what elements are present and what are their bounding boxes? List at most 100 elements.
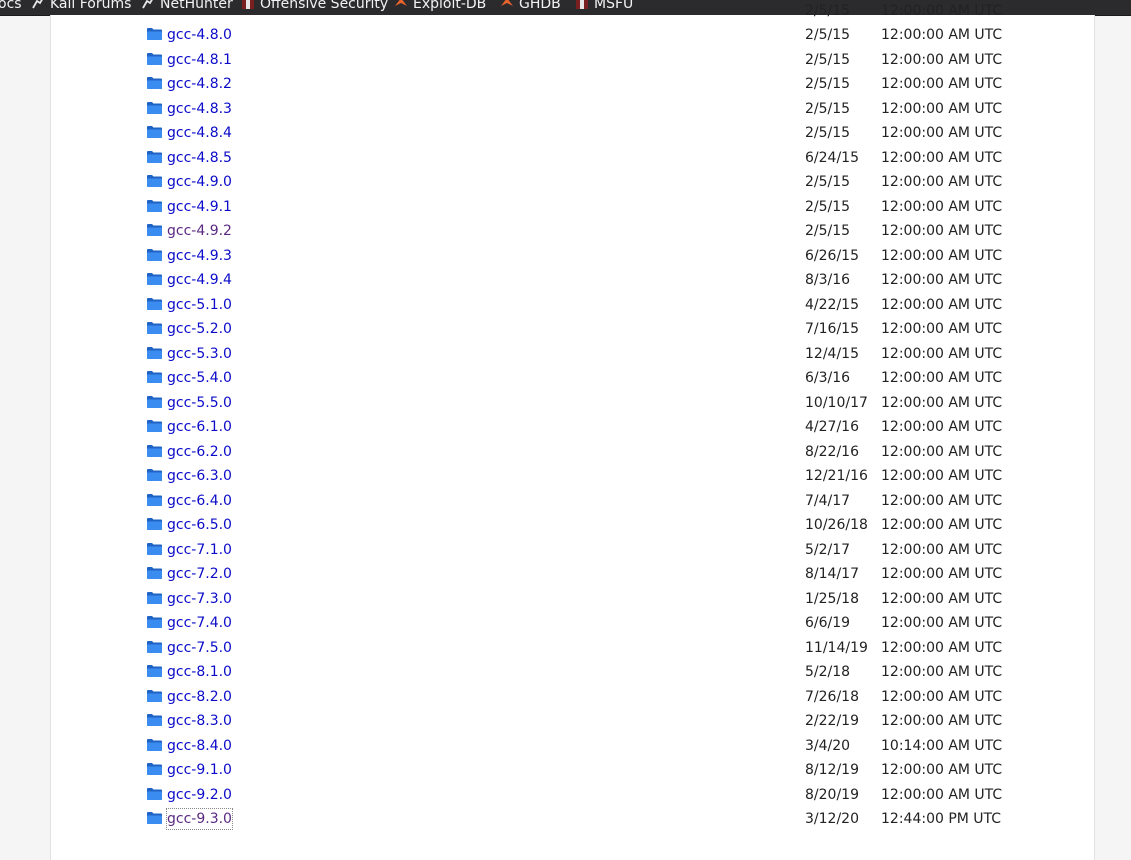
modified-date: 3/4/20 bbox=[805, 737, 851, 754]
modified-time: 12:00:00 AM UTC bbox=[881, 639, 1003, 656]
list-row: gcc-4.9.4 8/3/16 12:00:00 AM UTC bbox=[51, 270, 1094, 290]
list-row: gcc-4.8.4 2/5/15 12:00:00 AM UTC bbox=[51, 123, 1094, 143]
list-row: gcc-9.3.0 3/12/20 12:44:00 PM UTC bbox=[51, 808, 1094, 830]
directory-link[interactable]: gcc-6.5.0 bbox=[167, 515, 232, 535]
kali-dragon-icon bbox=[32, 0, 43, 9]
modified-time: 12:00:00 AM UTC bbox=[881, 688, 1003, 705]
modified-date: 6/26/15 bbox=[805, 247, 859, 264]
modified-date: 8/14/17 bbox=[805, 566, 859, 582]
modified-time: 12:00:00 AM UTC bbox=[881, 321, 1003, 337]
modified-date: 4/27/16 bbox=[805, 419, 859, 435]
directory-link[interactable]: gcc-4.9.1 bbox=[167, 197, 232, 217]
modified-date: 6/3/16 bbox=[805, 370, 851, 386]
folder-icon bbox=[147, 28, 162, 40]
list-row: gcc-5.2.0 7/16/15 12:00:00 AM UTC bbox=[51, 319, 1094, 339]
directory-link[interactable]: gcc-7.2.0 bbox=[167, 564, 232, 584]
modified-time: 12:00:00 AM UTC bbox=[881, 198, 1003, 215]
modified-date: 6/6/19 bbox=[805, 615, 851, 631]
modified-date: 5/2/17 bbox=[805, 541, 851, 558]
directory-link[interactable]: gcc-5.4.0 bbox=[167, 368, 232, 388]
folder-icon bbox=[147, 616, 162, 628]
modified-date: 8/3/16 bbox=[805, 272, 851, 288]
folder-icon bbox=[147, 297, 162, 310]
folder-icon bbox=[147, 395, 162, 408]
directory-link[interactable]: gcc-8.3.0 bbox=[167, 711, 232, 731]
directory-link[interactable]: gcc-6.1.0 bbox=[167, 417, 232, 437]
directory-link[interactable]: gcc-5.1.0 bbox=[167, 295, 232, 315]
modified-date: 12/21/16 bbox=[805, 468, 868, 484]
directory-link[interactable]: gcc-4.8.0 bbox=[167, 25, 232, 45]
modified-time: 12:00:00 AM UTC bbox=[881, 223, 1003, 239]
list-row: gcc-5.1.0 4/22/15 12:00:00 AM UTC bbox=[51, 295, 1094, 315]
directory-link[interactable]: gcc-7.3.0 bbox=[167, 589, 232, 609]
modified-date: 4/22/15 bbox=[805, 296, 859, 313]
bookmark-docs[interactable]: ocs bbox=[0, 0, 22, 14]
modified-time: 12:00:00 AM UTC bbox=[881, 786, 1003, 803]
modified-time: 12:00:00 AM UTC bbox=[881, 247, 1003, 264]
list-row: gcc-4.9.2 2/5/15 12:00:00 AM UTC bbox=[51, 221, 1094, 241]
directory-link[interactable]: gcc-8.2.0 bbox=[167, 687, 232, 707]
folder-icon bbox=[147, 248, 162, 261]
directory-link[interactable]: gcc-8.4.0 bbox=[167, 736, 232, 756]
folder-icon bbox=[147, 591, 162, 604]
directory-link[interactable]: gcc-4.8.5 bbox=[167, 148, 232, 168]
list-row: gcc-9.1.0 8/12/19 12:00:00 AM UTC bbox=[51, 760, 1094, 780]
directory-link[interactable]: gcc-7.5.0 bbox=[167, 638, 232, 658]
folder-icon bbox=[147, 787, 162, 800]
directory-link[interactable]: gcc-9.3.0 bbox=[166, 808, 233, 830]
modified-date: 7/26/18 bbox=[805, 688, 859, 705]
list-row: gcc-9.2.0 8/20/19 12:00:00 AM UTC bbox=[51, 785, 1094, 805]
directory-link[interactable]: gcc-9.1.0 bbox=[167, 760, 232, 780]
directory-link[interactable]: gcc-4.8.2 bbox=[167, 74, 232, 94]
directory-link[interactable]: gcc-6.4.0 bbox=[167, 491, 232, 511]
list-row: gcc-4.8.5 6/24/15 12:00:00 AM UTC bbox=[51, 148, 1094, 168]
modified-date: 8/20/19 bbox=[805, 786, 859, 803]
modified-time: 12:00:00 AM UTC bbox=[881, 51, 1003, 68]
directory-link[interactable]: gcc-6.3.0 bbox=[167, 466, 232, 486]
folder-icon bbox=[147, 77, 162, 89]
list-row: gcc-6.1.0 4/27/16 12:00:00 AM UTC bbox=[51, 417, 1094, 437]
modified-date: 2/5/15 bbox=[805, 76, 851, 92]
directory-link[interactable]: gcc-9.2.0 bbox=[167, 785, 232, 805]
directory-link[interactable]: gcc-4.9.0 bbox=[167, 172, 232, 192]
list-row: gcc-8.1.0 5/2/18 12:00:00 AM UTC bbox=[51, 662, 1094, 682]
folder-icon bbox=[147, 738, 162, 751]
modified-time: 12:00:00 AM UTC bbox=[881, 76, 1003, 92]
directory-link[interactable]: gcc-4.8.4 bbox=[167, 123, 232, 143]
modified-time: 12:00:00 AM UTC bbox=[881, 492, 1003, 509]
directory-link[interactable]: gcc-4.9.3 bbox=[167, 246, 232, 266]
folder-icon bbox=[147, 126, 162, 138]
modified-time: 12:00:00 AM UTC bbox=[881, 100, 1003, 117]
list-row: gcc-4.8.3 2/5/15 12:00:00 AM UTC bbox=[51, 99, 1094, 119]
directory-link[interactable]: gcc-4.9.2 bbox=[167, 221, 232, 241]
list-row: gcc-5.3.0 12/4/15 12:00:00 AM UTC bbox=[51, 344, 1094, 364]
folder-icon bbox=[147, 518, 162, 530]
list-row: gcc-4.9.1 2/5/15 12:00:00 AM UTC bbox=[51, 197, 1094, 217]
modified-date: 8/22/16 bbox=[805, 443, 859, 460]
directory-link[interactable]: gcc-6.2.0 bbox=[167, 442, 232, 462]
directory-link[interactable]: gcc-7.1.0 bbox=[167, 540, 232, 560]
folder-icon bbox=[147, 273, 162, 285]
modified-time: 12:00:00 AM UTC bbox=[881, 394, 1003, 411]
modified-date: 7/16/15 bbox=[805, 321, 859, 337]
modified-date: 5/2/18 bbox=[805, 664, 851, 680]
folder-icon bbox=[147, 199, 162, 212]
directory-link[interactable]: gcc-4.9.4 bbox=[167, 270, 232, 290]
directory-link[interactable]: gcc-4.8.1 bbox=[167, 50, 232, 70]
list-row: gcc-6.2.0 8/22/16 12:00:00 AM UTC bbox=[51, 442, 1094, 462]
folder-icon bbox=[147, 542, 162, 555]
modified-time: 12:00:00 AM UTC bbox=[881, 541, 1003, 558]
directory-link[interactable]: gcc-8.1.0 bbox=[167, 662, 232, 682]
directory-link[interactable]: gcc-5.5.0 bbox=[167, 393, 232, 413]
directory-link[interactable]: gcc-7.4.0 bbox=[167, 613, 232, 633]
folder-icon bbox=[147, 493, 162, 506]
modified-date: 8/12/19 bbox=[805, 762, 859, 778]
folder-icon bbox=[147, 224, 162, 236]
directory-link[interactable]: gcc-5.2.0 bbox=[167, 319, 232, 339]
folder-icon bbox=[147, 689, 162, 702]
modified-time: 12:00:00 AM UTC bbox=[881, 615, 1003, 631]
modified-date: 2/22/19 bbox=[805, 713, 859, 729]
list-row: gcc-5.5.0 10/10/17 12:00:00 AM UTC bbox=[51, 393, 1094, 413]
directory-link[interactable]: gcc-4.8.3 bbox=[167, 99, 232, 119]
directory-link[interactable]: gcc-5.3.0 bbox=[167, 344, 232, 364]
